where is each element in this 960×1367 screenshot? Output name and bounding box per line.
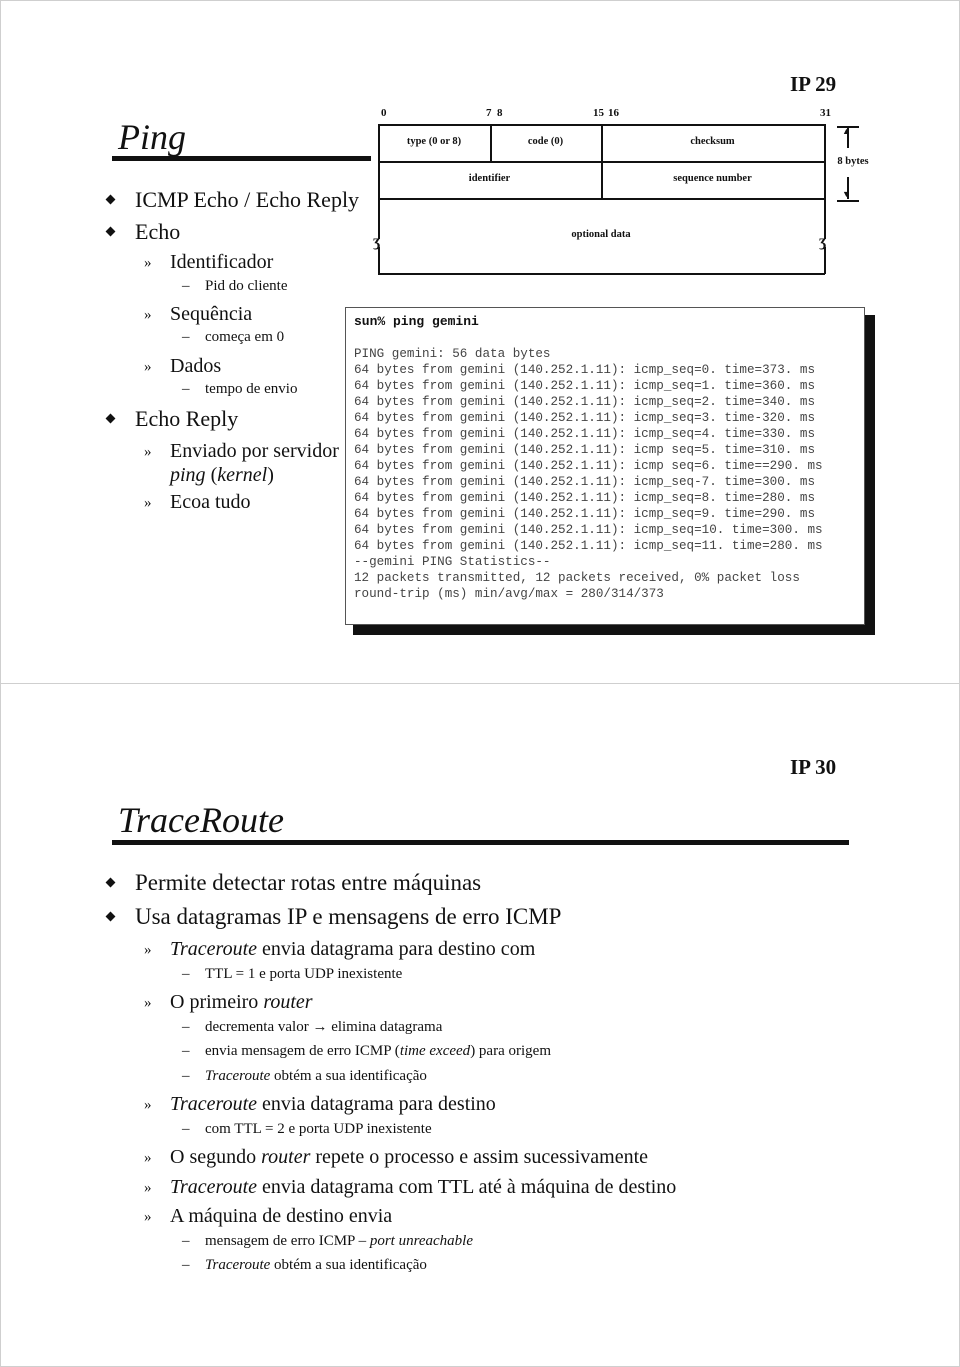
subsub-ttl1: – TTL = 1 e porta UDP inexistente — [182, 966, 403, 982]
bullet-echo: Echo — [105, 219, 180, 245]
sub-dados: » Dados — [144, 355, 222, 377]
sub-primeiro-router: » O primeiro router — [144, 991, 313, 1013]
sub-maquina-destino: » A máquina de destino envia — [144, 1205, 393, 1227]
diagram-bottom-line — [378, 273, 825, 275]
terminal-line: 64 bytes from gemini (140.252.1.11): icm… — [354, 459, 823, 473]
bullet-icmp-echo: ICMP Echo / Echo Reply — [105, 187, 359, 213]
sub-segundo-router: » O segundo router repete o processo e as… — [144, 1146, 649, 1168]
terminal-line: 12 packets transmitted, 12 packets recei… — [354, 571, 800, 585]
bit-label-7: 7 — [486, 107, 492, 119]
dash-bullet-icon: – — [182, 1233, 190, 1249]
terminal-line: 64 bytes from gemini (140.252.1.11): icm… — [354, 475, 816, 489]
terminal-line: --gemini PING Statistics-- — [354, 555, 551, 569]
terminal-line: PING gemini: 56 data bytes — [354, 347, 551, 361]
bit-label-31: 31 — [820, 107, 831, 119]
dash-bullet-icon: – — [182, 1121, 190, 1137]
bullet-usa: Usa datagramas IP e mensagens de erro IC… — [105, 904, 561, 930]
subsub-decrementa: – decrementa valor → elimina datagrama — [182, 1019, 443, 1035]
subsub-port-unreachable: – mensagem de erro ICMP – port unreachabl… — [182, 1233, 474, 1249]
arrow-down-icon: ▼ — [842, 189, 851, 199]
bullet-permite: Permite detectar rotas entre máquinas — [105, 870, 481, 896]
guillemet-bullet-icon: » — [144, 1150, 152, 1166]
subsub-ttl2: – com TTL = 2 e porta UDP inexistente — [182, 1121, 432, 1137]
sub-traceroute-envia: » Traceroute envia datagrama para destino… — [144, 938, 536, 960]
sub-traceroute-envia-2: » Traceroute envia datagrama para destino — [144, 1093, 496, 1115]
bit-label-16: 16 — [608, 107, 619, 119]
dimension-bottom-tick — [837, 200, 859, 202]
guillemet-bullet-icon: » — [144, 1180, 152, 1196]
terminal-line: 64 bytes from gemini (140.252.1.11): icm… — [354, 427, 816, 441]
subsub-obtem-1: – Traceroute obtém a sua identificação — [182, 1068, 427, 1084]
subsub-comeca: – começa em 0 — [182, 329, 285, 345]
terminal-line: 64 bytes from gemini (140.252.1.11): icm… — [354, 411, 816, 425]
sub-traceroute-ate-destino: » Traceroute envia datagrama com TTL até … — [144, 1176, 677, 1198]
slide-number: IP 29 — [790, 72, 837, 96]
field-sequence-number: sequence number — [673, 173, 752, 184]
guillemet-bullet-icon: » — [144, 995, 152, 1011]
slide-title: TraceRoute — [118, 800, 284, 840]
sub-sequencia: » Sequência — [144, 303, 253, 325]
page-divider — [0, 683, 960, 684]
field-code: code (0) — [527, 136, 564, 147]
sub-enviado-cont: ping (kernel) — [170, 464, 274, 486]
terminal-line: 64 bytes from gemini (140.252.1.11): icm… — [354, 523, 823, 537]
dash-bullet-icon: – — [182, 329, 190, 345]
dash-bullet-icon: – — [182, 381, 190, 397]
title-rule — [112, 156, 371, 161]
title-rule — [112, 840, 849, 845]
diagram-right-line-lower — [824, 247, 826, 274]
field-type: type (0 or 8) — [406, 136, 462, 147]
bullet-echo-reply: Echo Reply — [105, 406, 238, 432]
dash-bullet-icon: – — [182, 278, 190, 294]
sub-identificador: » Identificador — [144, 251, 274, 273]
terminal-command: sun% ping gemini — [354, 314, 479, 329]
subsub-tempo: – tempo de envio — [182, 381, 298, 397]
field-checksum: checksum — [690, 136, 735, 147]
dash-bullet-icon: – — [182, 966, 190, 982]
icmp-header-diagram: 0 7 8 15 16 31 ʒ ʒ type (0 or 8) code (0… — [373, 107, 878, 277]
field-identifier: identifier — [468, 173, 511, 184]
subsub-envia-erro: – envia mensagem de erro ICMP (time excee… — [182, 1043, 551, 1059]
dash-bullet-icon: – — [182, 1019, 190, 1035]
slide-number: IP 30 — [790, 755, 837, 779]
diagram-right-line — [824, 124, 826, 239]
diagram-left-line-lower — [378, 247, 380, 274]
terminal-line: 64 bytes from gemini (140.252.1.11): icm… — [354, 539, 823, 553]
subsub-pid: – Pid do cliente — [182, 278, 288, 294]
bit-label-8: 8 — [497, 107, 503, 119]
sub-enviado: » Enviado por servidor — [144, 440, 339, 462]
subsub-obtem-2: – Traceroute obtém a sua identificação — [182, 1257, 427, 1273]
dash-bullet-icon: – — [182, 1043, 190, 1059]
guillemet-bullet-icon: » — [144, 495, 152, 511]
bit-label-0: 0 — [381, 107, 387, 119]
guillemet-bullet-icon: » — [144, 942, 152, 958]
terminal-line: 64 bytes from gemini (140.252.1.11): icm… — [354, 363, 816, 377]
terminal-line: round-trip (ms) min/avg/max = 280/314/37… — [354, 587, 664, 601]
dash-bullet-icon: – — [182, 1068, 190, 1084]
size-label: 8 bytes — [837, 156, 869, 167]
terminal-line: 64 bytes from gemini (140.252.1.11): icm… — [354, 379, 816, 393]
bit-label-15: 15 — [593, 107, 604, 119]
dash-bullet-icon: – — [182, 1257, 190, 1273]
guillemet-bullet-icon: » — [144, 359, 152, 375]
guillemet-bullet-icon: » — [144, 1097, 152, 1113]
sub-ecoa: » Ecoa tudo — [144, 491, 251, 513]
guillemet-bullet-icon: » — [144, 1209, 152, 1225]
terminal-line: 64 bytes from gemini (140.252.1.11): icm… — [354, 395, 816, 409]
guillemet-bullet-icon: » — [144, 307, 152, 323]
terminal-line: 64 bytes from gemini (140.252.1.11): icm… — [354, 443, 816, 457]
slide-title: Ping — [118, 117, 186, 157]
terminal-output: sun% ping gemini PING gemini: 56 data by… — [345, 307, 865, 625]
terminal-line: 64 bytes from gemini (140.252.1.11): icm… — [354, 507, 816, 521]
guillemet-bullet-icon: » — [144, 255, 152, 271]
terminal-line: 64 bytes from gemini (140.252.1.11): icm… — [354, 491, 816, 505]
field-optional-data: optional data — [571, 229, 631, 240]
guillemet-bullet-icon: » — [144, 444, 152, 460]
arrow-up-icon: ▲ — [842, 126, 851, 136]
